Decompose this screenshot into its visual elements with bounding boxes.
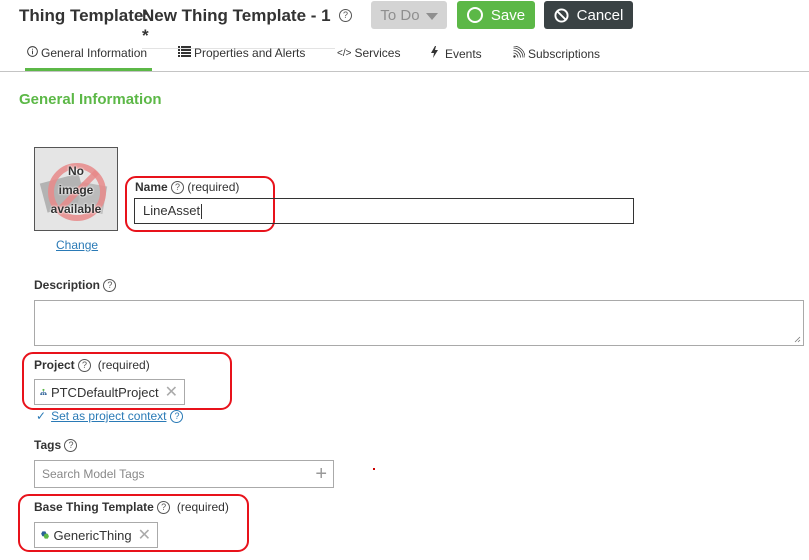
lightning-icon (431, 46, 438, 61)
project-label: Project ? (required) (34, 358, 150, 373)
code-icon: </> (337, 47, 352, 59)
tags-label-text: Tags (34, 438, 62, 452)
description-textarea[interactable] (34, 300, 804, 346)
ban-icon (554, 7, 569, 23)
project-chip[interactable]: PTCDefaultProject ✕ (34, 379, 185, 405)
required-marker: (required) (187, 180, 240, 194)
tab-subscriptions[interactable]: Subscriptions (513, 45, 601, 61)
state-dropdown-label: To Do (380, 6, 420, 24)
base-template-label: Base Thing Template ? (required) (34, 500, 229, 515)
help-icon[interactable]: ? (103, 279, 117, 293)
no-image-line: available (50, 202, 102, 216)
tab-bar: General Information Properties and Alert… (0, 36, 809, 72)
thing-template-icon (41, 531, 49, 539)
state-dropdown[interactable]: To Do (371, 1, 447, 29)
check-icon: ✓ (36, 409, 47, 423)
tab-label: Subscriptions (528, 46, 601, 61)
caret-down-icon (425, 12, 438, 20)
resize-handle-icon[interactable] (794, 336, 801, 343)
cancel-button[interactable]: Cancel (544, 1, 633, 29)
name-input[interactable]: LineAsset (134, 198, 634, 224)
cancel-label: Cancel (576, 6, 624, 24)
help-icon[interactable]: ? (157, 501, 171, 515)
save-label: Save (490, 6, 526, 24)
info-circle-icon (27, 46, 38, 60)
tab-label: Events (445, 46, 482, 61)
name-value: LineAsset (143, 203, 201, 218)
tab-label: Properties and Alerts (194, 46, 306, 60)
help-icon[interactable]: ? (78, 359, 92, 373)
add-tag-icon[interactable]: + (315, 461, 327, 487)
tab-label: General Information (41, 46, 148, 60)
no-image-line: No (68, 164, 84, 178)
project-hierarchy-icon (40, 388, 47, 396)
required-marker: (required) (176, 500, 229, 514)
circle-icon (466, 7, 483, 23)
set-project-context-link[interactable]: Set as project context (51, 409, 166, 423)
active-tab-indicator (25, 68, 152, 71)
save-button[interactable]: Save (457, 1, 535, 29)
required-marker: (required) (97, 358, 150, 372)
tags-label: Tags ? (34, 438, 78, 453)
name-label: Name ? (required) (135, 180, 240, 195)
description-label: Description ? (34, 278, 117, 293)
tags-placeholder: Search Model Tags (42, 467, 145, 481)
help-icon[interactable]: ? (339, 9, 352, 22)
description-label-text: Description (34, 278, 101, 292)
change-image-link[interactable]: Change (56, 238, 98, 252)
help-icon[interactable]: ? (171, 181, 185, 195)
tab-properties-and-alerts[interactable]: Properties and Alerts (178, 46, 305, 60)
list-icon (178, 46, 191, 60)
base-template-label-text: Base Thing Template (34, 500, 154, 514)
thing-image: No image available (34, 147, 118, 231)
text-cursor (201, 204, 203, 220)
set-project-context: ✓ Set as project context ? (36, 409, 184, 423)
tab-label: Services (354, 46, 401, 60)
rss-icon (513, 45, 526, 61)
help-icon[interactable]: ? (170, 409, 184, 423)
page-title-label: Thing Template: (19, 6, 150, 25)
section-title: General Information (19, 91, 162, 108)
stray-mark (373, 468, 375, 470)
no-image-text: No image available (35, 162, 117, 219)
tab-events[interactable]: Events (431, 46, 482, 61)
base-template-value: GenericThing (53, 527, 132, 543)
project-label-text: Project (34, 358, 75, 372)
tags-search-input[interactable]: Search Model Tags + (34, 460, 334, 488)
tab-general-information[interactable]: General Information (27, 46, 147, 60)
base-template-chip[interactable]: GenericThing ✕ (34, 522, 158, 548)
no-image-line: image (58, 183, 94, 197)
project-value: PTCDefaultProject (50, 384, 159, 400)
tab-services[interactable]: </> Services (337, 46, 400, 60)
remove-icon[interactable]: ✕ (138, 525, 151, 545)
remove-icon[interactable]: ✕ (165, 382, 178, 402)
help-icon[interactable]: ? (64, 439, 78, 453)
name-label-text: Name (135, 180, 168, 194)
